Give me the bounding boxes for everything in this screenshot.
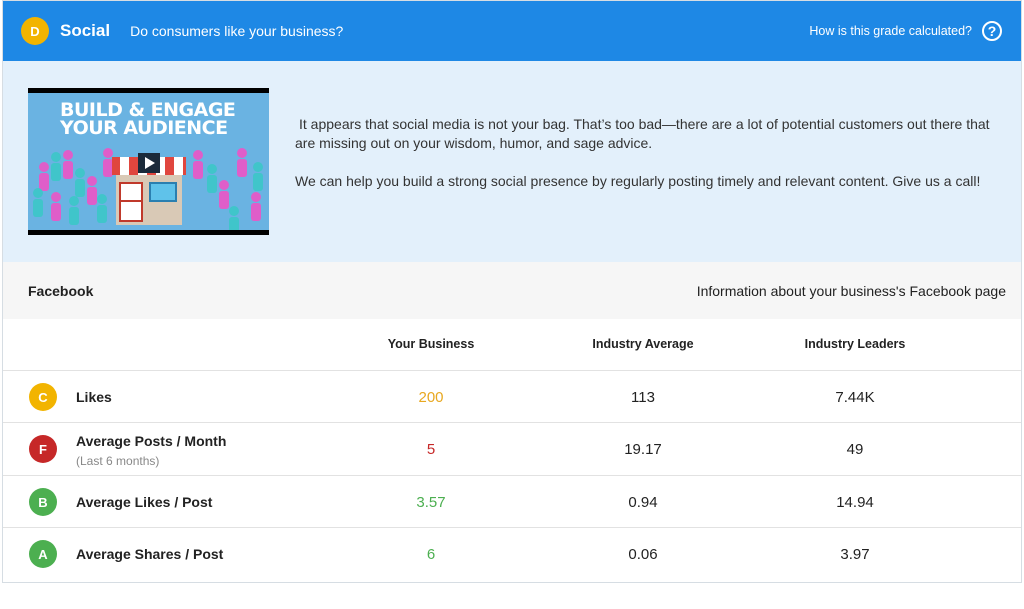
value-your-business: 5 <box>426 441 436 458</box>
value-your-business: 3.57 <box>416 494 446 511</box>
question-icon[interactable]: ? <box>982 21 1002 41</box>
build-engage-banner-image: BUILD & ENGAGE YOUR AUDIENCE <box>28 88 269 235</box>
section-title: Social <box>60 21 111 40</box>
section-subtitle: Do consumers like your business? <box>130 23 344 39</box>
value-industry-leaders: 49 <box>846 441 864 458</box>
overall-grade-badge: D <box>21 17 49 45</box>
metric-label: Average Shares / Post <box>76 546 224 562</box>
metric-label: Average Posts / Month <box>76 433 227 449</box>
column-your-business: Your Business <box>387 337 475 351</box>
value-industry-leaders: 3.97 <box>840 546 870 563</box>
column-industry-leaders: Industry Leaders <box>804 337 906 351</box>
table-row: F Average Posts / Month (Last 6 months) 5 19… <box>3 422 1021 475</box>
value-industry-leaders: 14.94 <box>836 494 874 511</box>
grade-calculation-link[interactable]: How is this grade calculated? <box>809 24 972 38</box>
intro-paragraph-1: It appears that social media is not your… <box>295 116 990 151</box>
facebook-info: Information about your business's Facebo… <box>696 282 1006 299</box>
intro-panel: BUILD & ENGAGE YOUR AUDIENCE It appears … <box>3 61 1021 262</box>
metrics-table-header: Your Business Industry Average Industry … <box>3 319 1021 370</box>
metric-note: (Last 6 months) <box>76 454 160 468</box>
table-row: A Average Shares / Post 6 0.06 3.97 <box>3 527 1021 580</box>
intro-paragraph-2: We can help you build a strong social pr… <box>295 173 981 189</box>
metric-grade-badge: A <box>29 540 57 568</box>
intro-text: It appears that social media is not your… <box>295 115 1005 210</box>
social-report-card: D Social Do consumers like your business… <box>2 0 1022 583</box>
table-row: C Likes 200 113 7.44K <box>3 370 1021 423</box>
value-your-business: 200 <box>418 389 444 406</box>
metric-label: Likes <box>76 389 112 405</box>
value-industry-leaders: 7.44K <box>835 389 875 406</box>
value-your-business: 6 <box>426 546 436 563</box>
facebook-section-header: Facebook Information about your business… <box>3 262 1021 319</box>
banner-title: BUILD & ENGAGE YOUR AUDIENCE <box>60 99 236 139</box>
value-industry-average: 113 <box>631 389 655 406</box>
table-row: B Average Likes / Post 3.57 0.94 14.94 <box>3 475 1021 528</box>
metric-grade-badge: B <box>29 488 57 516</box>
value-industry-average: 19.17 <box>624 441 662 458</box>
column-industry-average: Industry Average <box>592 337 694 351</box>
metric-grade-badge: F <box>29 435 57 463</box>
metric-grade-badge: C <box>29 383 57 411</box>
value-industry-average: 0.94 <box>628 494 658 511</box>
metric-label: Average Likes / Post <box>76 494 213 510</box>
value-industry-average: 0.06 <box>628 546 658 563</box>
social-header: D Social Do consumers like your business… <box>3 1 1021 61</box>
facebook-title: Facebook <box>28 282 94 299</box>
